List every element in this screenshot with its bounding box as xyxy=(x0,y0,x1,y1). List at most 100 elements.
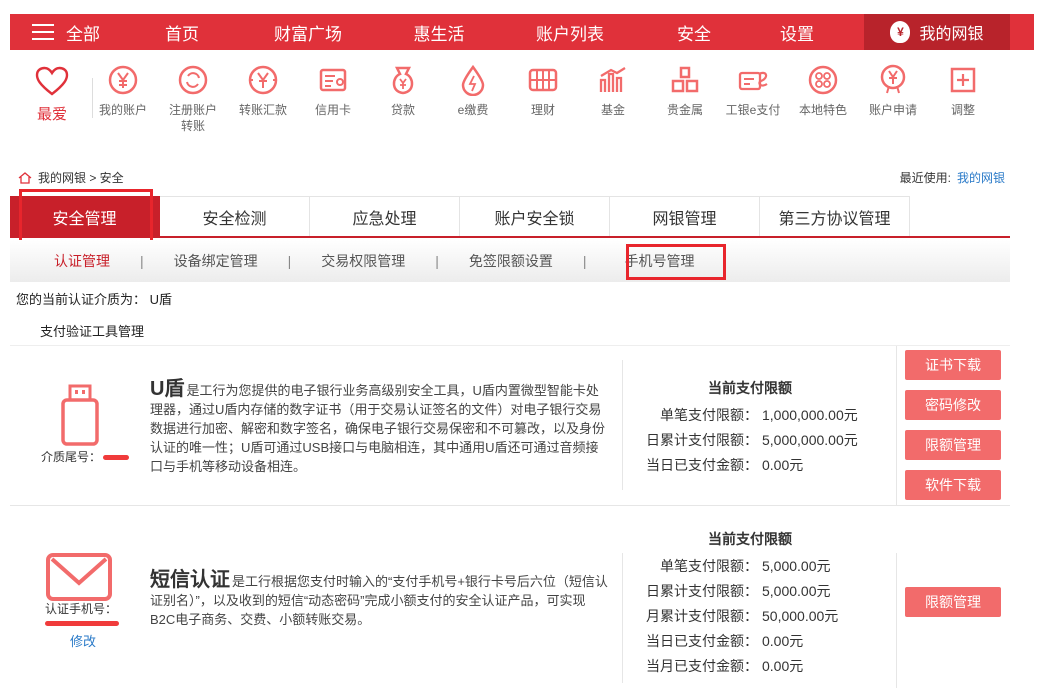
remit-icon xyxy=(248,65,278,95)
quick-menu-label: 调整 xyxy=(950,103,975,117)
ushield-title: U盾 xyxy=(150,378,185,400)
bar-chart-icon xyxy=(599,67,626,92)
limit-value: 0.00元 xyxy=(762,632,804,649)
quick-menu-item[interactable]: 理财 xyxy=(508,64,578,118)
usb-key-icon xyxy=(61,384,99,446)
tab-emergency[interactable]: 应急处理 xyxy=(310,196,460,236)
modify-phone-link[interactable]: 修改 xyxy=(70,631,96,650)
mybank-button[interactable]: ¥ 我的网银 xyxy=(864,14,1010,50)
limit-row: 当月已支付金额： 0.00元 xyxy=(640,653,860,678)
highlight-box xyxy=(626,244,726,280)
limit-row: 日累计支付限额： 5,000,000.00元 xyxy=(640,427,860,452)
yen-person-icon xyxy=(880,64,906,94)
all-menu-button[interactable]: 全部 xyxy=(10,20,130,45)
tab-security-check[interactable]: 安全检测 xyxy=(160,196,310,236)
breadcrumb-text: 我的网银 > 安全 xyxy=(38,171,124,185)
limit-key: 月累计支付限额： xyxy=(646,607,758,624)
tab-third-party-agreements[interactable]: 第三方协议管理 xyxy=(760,196,910,236)
quick-menu-item[interactable]: 工银e支付 xyxy=(718,64,788,118)
ushield-section: 介质尾号： U盾 是工行为您提供的电子银行业务高级别安全工具，U盾内置微型智能卡处… xyxy=(10,346,1010,506)
credit-card-icon xyxy=(319,68,347,92)
money-bag-icon: ¥ xyxy=(890,21,911,43)
quick-menu-item[interactable]: 本地特色 xyxy=(788,64,858,118)
limit-key: 单笔支付限额： xyxy=(660,406,758,423)
auth-phone-label: 认证手机号： xyxy=(44,602,117,616)
subtab-auth-management[interactable]: 认证管理 xyxy=(54,251,110,271)
home-icon[interactable] xyxy=(18,171,32,184)
section-header: 支付验证工具管理 xyxy=(10,312,1010,346)
nav-account-list[interactable]: 账户列表 xyxy=(530,20,610,45)
divider: | xyxy=(140,253,144,269)
recent-used: 最近使用: 我的网银 xyxy=(900,169,1005,186)
quick-menu-label: 理财 xyxy=(530,103,555,117)
quick-menu-item[interactable]: 账户申请 xyxy=(858,64,928,118)
main-tabs: 安全管理 安全检测 应急处理 账户安全锁 网银管理 第三方协议管理 xyxy=(10,196,1010,238)
all-menu-label: 全部 xyxy=(66,24,100,44)
drop-icon xyxy=(461,64,485,96)
subtab-transaction-permission[interactable]: 交易权限管理 xyxy=(321,251,405,271)
quick-menu-label: 我的账户 xyxy=(98,103,147,117)
quick-menu-item[interactable]: 信用卡 xyxy=(298,64,368,118)
limit-value: 0.00元 xyxy=(762,657,804,674)
auth-phone-number xyxy=(26,616,136,630)
quick-menu-label: 工银e支付 xyxy=(725,103,781,117)
nav-home[interactable]: 首页 xyxy=(162,20,202,45)
medium-tail-number: 介质尾号： xyxy=(30,448,140,465)
cert-download-button[interactable]: 证书下载 xyxy=(905,350,1001,380)
highlight-box xyxy=(19,189,153,245)
tab-ebank-management[interactable]: 网银管理 xyxy=(610,196,760,236)
recent-link-mybank[interactable]: 我的网银 xyxy=(957,171,1005,185)
limit-value: 0.00元 xyxy=(762,456,804,473)
quick-menu-item[interactable]: 基金 xyxy=(578,64,648,118)
nav-wealth-square[interactable]: 财富广场 xyxy=(268,20,348,45)
tab-account-lock[interactable]: 账户安全锁 xyxy=(460,196,610,236)
limit-key: 日累计支付限额： xyxy=(646,582,758,599)
quick-menu-item[interactable]: 贷款 xyxy=(368,64,438,118)
quick-menu-label: 贵金属 xyxy=(666,103,703,117)
divider xyxy=(622,553,623,683)
quick-menu-item[interactable]: 调整 xyxy=(928,64,998,118)
sms-limit-management-button[interactable]: 限额管理 xyxy=(905,587,1001,617)
limit-value: 50,000.00元 xyxy=(762,607,839,624)
quick-menu-label: 本地特色 xyxy=(798,103,847,117)
limit-key: 当日已支付金额： xyxy=(646,456,758,473)
quick-menu-item[interactable]: 注册账户 转账 xyxy=(158,64,228,134)
mybank-label: 我的网银 xyxy=(919,26,984,43)
divider xyxy=(622,360,623,490)
heart-icon xyxy=(35,66,69,96)
nav-life[interactable]: 惠生活 xyxy=(408,20,470,45)
quick-menu-label: 基金 xyxy=(600,103,625,117)
breadcrumb: 我的网银 > 安全 xyxy=(18,169,124,186)
subtab-device-binding[interactable]: 设备绑定管理 xyxy=(174,251,258,271)
limit-row: 日累计支付限额： 5,000.00元 xyxy=(640,578,860,603)
subtab-exempt-limit[interactable]: 免签限额设置 xyxy=(469,251,553,271)
limit-row: 月累计支付限额： 50,000.00元 xyxy=(640,603,860,628)
favorites-button[interactable]: 最爱 xyxy=(32,66,72,124)
password-change-button[interactable]: 密码修改 xyxy=(905,390,1001,420)
money-bag-icon xyxy=(392,66,414,95)
hamburger-icon xyxy=(32,24,54,40)
quick-menu: 最爱 我的账户 注册账户 转账 转账汇款 信用卡 贷款 e缴费 理财 基金 贵金属 工银e支付 本地… xyxy=(10,50,1034,142)
limit-row: 单笔支付限额： 1,000,000.00元 xyxy=(640,402,860,427)
nav-security[interactable]: 安全 xyxy=(674,20,714,45)
quick-menu-label: 信用卡 xyxy=(314,103,351,117)
quick-menu-item[interactable]: 我的账户 xyxy=(88,64,158,118)
envelope-icon xyxy=(46,553,112,601)
divider xyxy=(896,553,897,688)
software-download-button[interactable]: 软件下载 xyxy=(905,470,1001,500)
limit-management-button[interactable]: 限额管理 xyxy=(905,430,1001,460)
quick-menu-label: 账户申请 xyxy=(868,103,917,117)
divider: | xyxy=(287,253,292,269)
limit-value: 5,000.00元 xyxy=(762,582,831,599)
sms-section: 认证手机号： 修改 短信认证 是工行根据您支付时输入的“支付手机号+银行卡号后六位… xyxy=(10,507,1010,688)
limit-row: 当日已支付金额： 0.00元 xyxy=(640,628,860,653)
quick-menu-label: 转账汇款 xyxy=(238,103,287,117)
quick-menu-item[interactable]: e缴费 xyxy=(438,64,508,118)
limit-key: 当日已支付金额： xyxy=(646,632,758,649)
nav-settings[interactable]: 设置 xyxy=(777,20,817,45)
quick-menu-item[interactable]: 贵金属 xyxy=(650,64,720,118)
quick-menu-item[interactable]: 转账汇款 xyxy=(228,64,298,118)
limit-key: 当月已支付金额： xyxy=(646,657,758,674)
sms-title: 短信认证 xyxy=(150,569,230,591)
recent-label: 最近使用: xyxy=(899,171,951,185)
